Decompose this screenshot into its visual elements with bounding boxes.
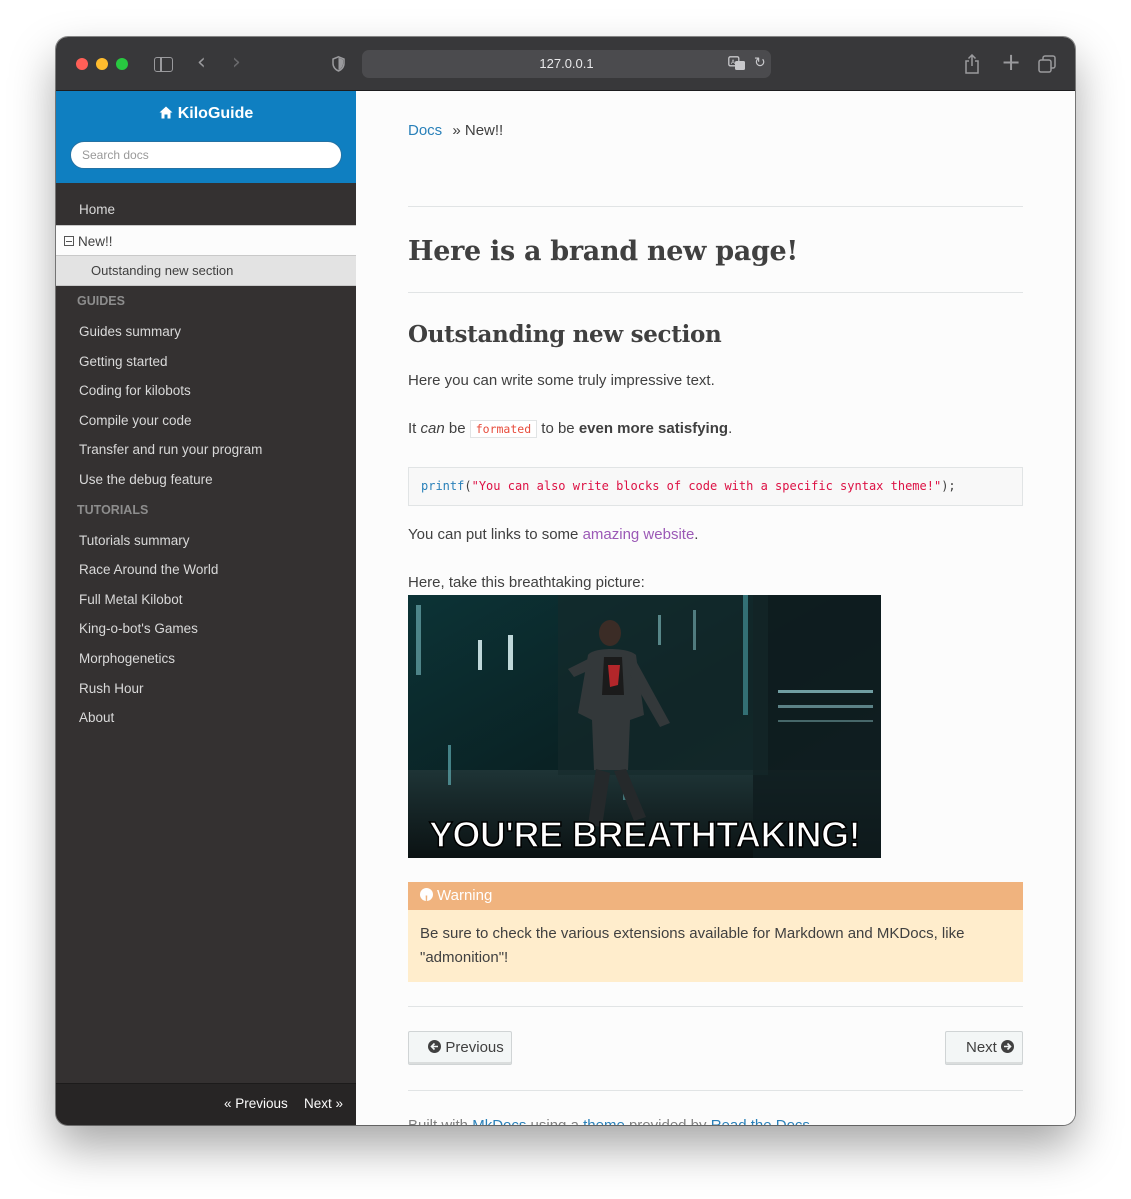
paragraph-links: You can put links to some amazing websit… <box>408 526 698 543</box>
sidebar-item-debug-feature[interactable]: Use the debug feature <box>56 465 356 495</box>
sidebar-toggle-icon[interactable] <box>154 57 173 72</box>
minimize-window-button[interactable] <box>96 58 108 70</box>
sidebar-caption-guides: GUIDES <box>77 294 125 308</box>
translate-icon[interactable]: A <box>728 56 746 71</box>
sidebar-subitem-outstanding-new-section[interactable]: Outstanding new section <box>56 256 356 286</box>
paragraph-formatting: It can be formated to be even more satis… <box>408 420 733 438</box>
picture-caption: YOU'RE BREATHTAKING! <box>428 813 861 856</box>
sidebar-item-getting-started[interactable]: Getting started <box>56 347 356 377</box>
code-function-name: printf <box>421 479 465 493</box>
next-button[interactable]: Next <box>945 1031 1023 1065</box>
sidebar-item-full-metal-kilobot[interactable]: Full Metal Kilobot <box>56 585 356 615</box>
search-docs-input[interactable] <box>70 141 342 169</box>
page-footer: Built with MkDocs using a theme provided… <box>408 1117 814 1125</box>
sidebar-nav: KiloGuide Home New!! Outstanding new sec… <box>56 91 356 1125</box>
main-content: Docs » New!! Here is a brand new page! O… <box>356 91 1075 1125</box>
sidebar-item-tutorials-summary[interactable]: Tutorials summary <box>56 526 356 556</box>
collapse-toggle-icon[interactable] <box>64 236 74 246</box>
code-string: "You can also write blocks of code with … <box>471 479 942 493</box>
site-brand-name: KiloGuide <box>177 105 254 122</box>
forward-icon[interactable]: › <box>232 52 241 74</box>
sidebar-previous-link[interactable]: « Previous <box>224 1096 288 1111</box>
share-icon[interactable] <box>964 54 980 74</box>
warning-icon <box>420 886 433 914</box>
new-tab-icon[interactable]: + <box>1001 49 1021 75</box>
sidebar-item-guides-summary[interactable]: Guides summary <box>56 317 356 347</box>
warning-title: Warning <box>408 882 1023 914</box>
sidebar-item-rush-hour[interactable]: Rush Hour <box>56 674 356 704</box>
code-punctuation: ( <box>464 479 472 493</box>
zoom-window-button[interactable] <box>116 58 128 70</box>
url-text: 127.0.0.1 <box>539 56 594 71</box>
section-heading: Outstanding new section <box>408 321 722 348</box>
code-punctuation: ); <box>941 479 956 493</box>
sidebar-item-compile-your-code[interactable]: Compile your code <box>56 406 356 436</box>
sidebar-menu: Home New!! Outstanding new section GUIDE… <box>56 195 356 733</box>
arrow-right-icon <box>1001 1040 1014 1053</box>
previous-button-label: Previous <box>445 1039 504 1056</box>
text-fragment: be <box>444 420 470 437</box>
sidebar-item-race-around-the-world[interactable]: Race Around the World <box>56 555 356 585</box>
text-fragment: You can put links to some <box>408 526 583 543</box>
sidebar-item-morphogenetics[interactable]: Morphogenetics <box>56 644 356 674</box>
home-icon <box>159 106 173 119</box>
text-fragment: . <box>728 420 733 437</box>
sidebar-item-home[interactable]: Home <box>56 195 356 225</box>
breathtaking-picture: YOU'RE BREATHTAKING! <box>408 595 881 858</box>
sidebar-item-current-label: New!! <box>78 234 113 249</box>
breadcrumb-divider <box>408 206 1023 207</box>
paragraph-picture-intro: Here, take this breathtaking picture: <box>408 574 645 591</box>
warning-body: Be sure to check the various extensions … <box>420 925 965 966</box>
warning-title-text: Warning <box>437 887 493 904</box>
mkdocs-link[interactable]: MkDocs <box>472 1117 526 1125</box>
sidebar-item-about[interactable]: About <box>56 703 356 733</box>
browser-toolbar: ‹ › 127.0.0.1 A ↻ + <box>56 37 1075 91</box>
sidebar-item-king-o-bots-games[interactable]: King-o-bot's Games <box>56 614 356 644</box>
footer-text: using a <box>526 1117 583 1125</box>
privacy-shield-icon[interactable] <box>332 56 345 72</box>
amazing-website-link[interactable]: amazing website <box>583 526 695 543</box>
breadcrumb-separator: » <box>452 122 461 139</box>
text-fragment: . <box>694 526 699 543</box>
footer-divider-top <box>408 1006 1023 1007</box>
reload-icon[interactable]: ↻ <box>754 55 766 71</box>
breadcrumb-docs-link[interactable]: Docs <box>408 122 442 139</box>
warning-admonition: Warning Be sure to check the various ext… <box>408 882 1023 982</box>
breadcrumb-current: New!! <box>464 122 504 139</box>
sidebar-next-link[interactable]: Next » <box>304 1096 343 1111</box>
footer-divider-bottom <box>408 1090 1023 1091</box>
breadcrumb: Docs » New!! <box>408 122 503 139</box>
address-bar[interactable]: 127.0.0.1 A ↻ <box>362 50 771 78</box>
sidebar-footer: « Previous Next » <box>56 1083 356 1125</box>
page-title: Here is a brand new page! <box>408 236 798 267</box>
theme-link[interactable]: theme <box>583 1117 625 1125</box>
arrow-left-icon <box>428 1040 442 1053</box>
site-brand-link[interactable]: KiloGuide <box>56 105 356 123</box>
back-icon[interactable]: ‹ <box>197 52 206 74</box>
sidebar-item-transfer-and-run[interactable]: Transfer and run your program <box>56 435 356 465</box>
tab-overview-icon[interactable] <box>1038 55 1056 73</box>
text-fragment: to be <box>537 420 579 437</box>
sidebar-item-coding-for-kilobots[interactable]: Coding for kilobots <box>56 376 356 406</box>
text-fragment: It <box>408 420 421 437</box>
footer-text: Built with <box>408 1117 472 1125</box>
read-the-docs-link[interactable]: Read the Docs <box>711 1117 810 1125</box>
sidebar-caption-tutorials: TUTORIALS <box>77 502 149 517</box>
code-block: printf("You can also write blocks of cod… <box>408 467 1023 506</box>
footer-text: . <box>810 1117 814 1125</box>
footer-text: provided by <box>625 1117 711 1125</box>
emphasis-text: can <box>420 420 445 437</box>
close-window-button[interactable] <box>76 58 88 70</box>
inline-code: formated <box>469 420 538 438</box>
sidebar-item-current[interactable]: New!! <box>56 225 356 256</box>
paragraph-intro: Here you can write some truly impressive… <box>408 372 715 389</box>
next-button-label: Next <box>965 1039 997 1056</box>
sidebar-header: KiloGuide <box>56 91 356 183</box>
strong-text: even more satisfying <box>578 420 729 437</box>
browser-window: ‹ › 127.0.0.1 A ↻ + KiloGuide Search doc… <box>56 37 1075 1125</box>
title-divider <box>408 292 1023 293</box>
previous-button[interactable]: Previous <box>408 1031 512 1065</box>
